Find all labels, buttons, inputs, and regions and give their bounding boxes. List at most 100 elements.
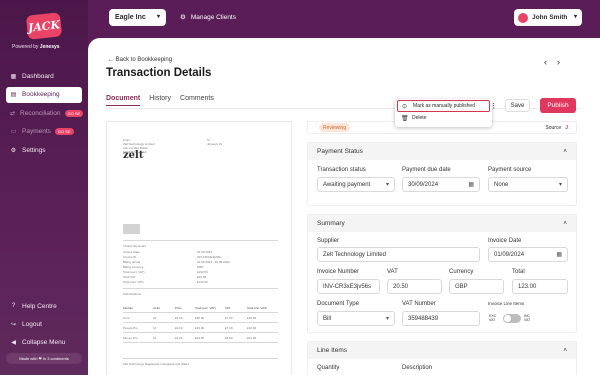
transaction-status-select[interactable]: Awaiting payment ▾ [317, 177, 395, 192]
table-cell: £3.00 [175, 326, 183, 330]
avatar [518, 12, 528, 23]
more-options-menu: ⊙ Mark as manually published 🗑 Delete [395, 99, 492, 127]
description-label: Description [402, 365, 433, 371]
quantity-label: Quantity [317, 365, 340, 371]
collapse-icon: ◀ [11, 340, 16, 347]
document-preview[interactable]: zelt From Zelt Technology Limited Iron L… [106, 121, 292, 375]
book-icon: ▤ [10, 92, 17, 99]
swap-icon: ⇄ [10, 110, 16, 117]
due-date-field[interactable]: 30/09/2024 ▦ [402, 177, 480, 192]
table-cell: 10 [153, 316, 157, 320]
tab-comments[interactable]: Comments [180, 95, 214, 106]
collapse-menu-button[interactable]: ◀ Collapse Menu [6, 335, 82, 351]
status-badge: Reviewing [319, 123, 351, 132]
table-header-cell: Total (exc. VAT) [195, 306, 216, 310]
back-link[interactable]: ← Back to Bookkeeping [108, 57, 172, 63]
vat-number-field[interactable]: 359488439 [402, 311, 480, 326]
sidebar-item-settings[interactable]: ⚙ Settings [6, 142, 82, 158]
user-menu[interactable]: John Smith ▾ [514, 9, 582, 26]
table-row-divider [123, 312, 278, 313]
vat-toggle[interactable] [503, 314, 521, 323]
jack-logo: JACK [25, 12, 63, 40]
publish-button[interactable]: Publish [540, 98, 576, 113]
manage-clients-link[interactable]: ⚙ Manage Clients [180, 13, 236, 22]
summary-value: £123.00 [197, 280, 208, 284]
table-cell: £3.00 [175, 316, 183, 320]
save-button[interactable]: Save [505, 99, 530, 112]
tabs: Document History Comments [106, 95, 214, 106]
summary-header[interactable]: Summary ˄ [308, 215, 576, 232]
table-cell: £42.50 [195, 336, 205, 340]
sidebar-item-dashboard[interactable]: ▦ Dashboard [6, 68, 82, 84]
divider [123, 240, 278, 242]
status-badge: GO SE [64, 109, 84, 117]
payment-status-header[interactable]: Payment Status ˄ [308, 143, 576, 160]
table-cell: £7.00 [225, 326, 233, 330]
payment-source-select[interactable]: None ▾ [488, 177, 568, 192]
summary-value: £102.50 [197, 270, 208, 274]
summary-value: £20.50 [197, 275, 207, 279]
help-centre-link[interactable]: ? Help Centre [6, 298, 82, 314]
invoice-number-label: Invoice Number [317, 269, 360, 275]
line-items-header[interactable]: Line Items ˄ [308, 342, 576, 359]
table-header-cell: Units [153, 306, 160, 310]
payment-status-section: Payment Status ˄ Transaction status Awai… [307, 142, 577, 206]
arrow-left-icon: ← [108, 57, 114, 63]
logout-link[interactable]: ↪ Logout [6, 316, 82, 332]
table-cell: 10 [153, 336, 157, 340]
table-cell: £30.00 [195, 326, 205, 330]
vat-number-label: VAT Number [402, 301, 436, 307]
vat-field[interactable]: 20.50 [387, 279, 442, 294]
chevron-left-icon[interactable]: ‹ [544, 57, 557, 67]
chevron-up-icon: ˄ [563, 347, 567, 354]
delete-item[interactable]: 🗑 Delete [395, 112, 492, 124]
grid-icon: ▦ [10, 73, 17, 80]
currency-field[interactable]: GBP [449, 279, 504, 294]
jack-source-icon: J [565, 125, 568, 131]
table-cell: People Pro [123, 326, 138, 330]
card-icon: ▭ [10, 129, 17, 136]
trash-icon: 🗑 [401, 115, 409, 122]
table-cell: Core [123, 316, 130, 320]
document-type-select[interactable]: Bill ▾ [317, 311, 395, 326]
sidebar-nav: ▦ Dashboard ▤ Bookkeeping ⇄ Reconciliati… [6, 68, 84, 161]
line-items-section: Line Items ˄ Quantity Description [307, 341, 577, 375]
logout-icon: ↪ [10, 321, 17, 328]
gear-icon: ⚙ [10, 147, 17, 154]
table-cell: £4.25 [175, 336, 183, 340]
table-row-divider [123, 322, 278, 323]
summary-key: Total VAT [123, 275, 136, 279]
payment-status-body: Transaction status Awaiting payment ▾ Pay… [308, 160, 576, 205]
table-cell: 10 [153, 326, 157, 330]
tab-history[interactable]: History [149, 95, 171, 106]
client-select[interactable]: Eagle Inc ▾ [109, 9, 166, 26]
summary-key: Billing period [123, 260, 141, 264]
supplier-label: Supplier [317, 238, 340, 244]
supplier-field[interactable]: Zelt Technology Limited [317, 247, 480, 262]
source-label: Source J [545, 125, 568, 131]
invoice-date-field[interactable]: 01/09/2024 ▦ [488, 247, 568, 262]
total-field[interactable]: 123.00 [512, 279, 568, 294]
calendar-icon: ▦ [468, 182, 474, 188]
summary-key: Invoice Date [123, 250, 140, 254]
mark-manually-published-item[interactable]: ⊙ Mark as manually published [397, 100, 490, 112]
settings-cog-icon: ⚙ [180, 14, 186, 21]
chevron-down-icon: ▾ [385, 316, 389, 322]
chevron-up-icon: ˄ [563, 220, 567, 227]
calendar-icon: ▦ [556, 252, 562, 258]
tab-document[interactable]: Document [106, 95, 141, 106]
table-header-cell: VAT [225, 306, 231, 310]
summary-section: Summary ˄ Supplier Zelt Technology Limit… [307, 214, 577, 333]
sidebar-item-payments[interactable]: ▭ Payments GO SE [6, 124, 82, 140]
sidebar-item-bookkeeping[interactable]: ▤ Bookkeeping [6, 86, 82, 103]
invoice-number-field[interactable]: INV-CR3xE3jv56s [317, 279, 380, 294]
status-badge: GO SE [54, 128, 74, 136]
summary-key: Total (excl. VAT) [123, 270, 145, 274]
doc-footer: Zelt Technology Registered in England an… [123, 362, 190, 366]
table-cell: £30.00 [195, 316, 205, 320]
document-image-placeholder [123, 224, 140, 234]
chevron-right-icon[interactable]: › [557, 57, 570, 67]
sidebar-item-reconciliation[interactable]: ⇄ Reconciliation GO SE [6, 105, 84, 121]
summary-value: 01.09.2024 [197, 250, 213, 254]
record-nav: ‹› [544, 57, 570, 67]
